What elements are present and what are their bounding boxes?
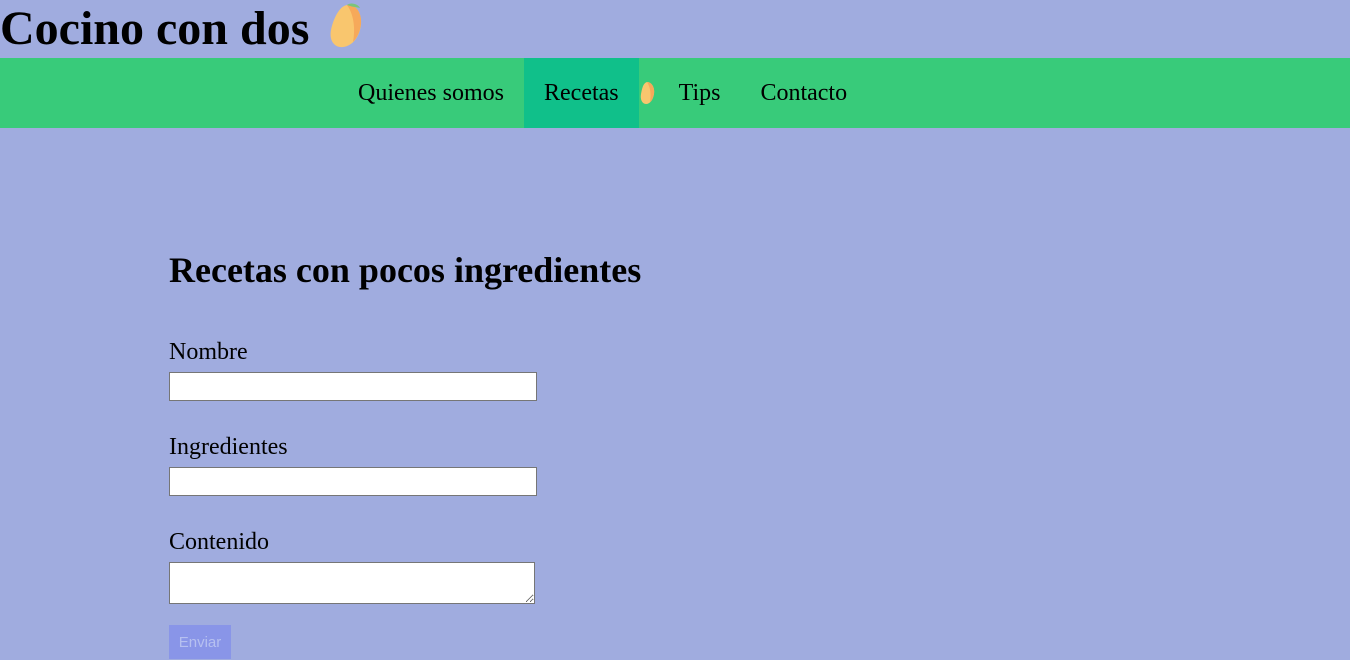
- nombre-label: Nombre: [169, 339, 248, 365]
- main-content: Recetas con pocos ingredientes Nombre In…: [169, 248, 641, 659]
- page-title: Recetas con pocos ingredientes: [169, 250, 642, 290]
- site-header: Cocino con dos: [0, 0, 1350, 58]
- nav-item-recetas[interactable]: Recetas: [524, 58, 639, 128]
- ingredientes-label: Ingredientes: [169, 434, 288, 460]
- site-title-text: Cocino con dos: [0, 2, 310, 55]
- site-title: Cocino con dos: [0, 0, 365, 58]
- nombre-input[interactable]: [169, 372, 537, 401]
- recipe-form: Nombre Ingredientes Contenido Enviar: [169, 338, 641, 659]
- nav-item-quienes-somos[interactable]: Quienes somos: [338, 58, 524, 128]
- nav-list: Quienes somos Recetas Tips Contacto: [338, 58, 867, 128]
- nav-item-contacto[interactable]: Contacto: [740, 58, 867, 128]
- ingredientes-input[interactable]: [169, 467, 537, 496]
- nav-item-label: Contacto: [760, 79, 848, 106]
- main-nav: Quienes somos Recetas Tips Contacto: [0, 58, 1350, 128]
- nav-item-label: Recetas: [544, 79, 619, 106]
- nav-item-tips[interactable]: Tips: [659, 58, 741, 128]
- contenido-label: Contenido: [169, 529, 269, 555]
- mango-icon: [640, 82, 654, 104]
- nav-item-label: Quienes somos: [358, 79, 504, 106]
- mango-icon: [330, 3, 362, 48]
- enviar-button[interactable]: Enviar: [169, 625, 231, 659]
- contenido-textarea[interactable]: [169, 562, 535, 604]
- nav-item-label: Tips: [678, 79, 721, 106]
